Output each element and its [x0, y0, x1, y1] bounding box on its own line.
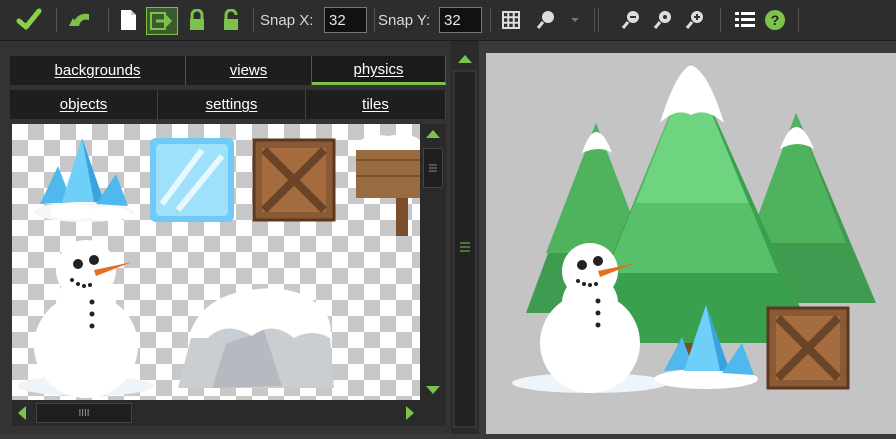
grid-icon[interactable]	[498, 7, 524, 33]
shift-arrow-icon[interactable]	[146, 7, 178, 35]
lock-icon[interactable]	[184, 7, 210, 33]
separator	[798, 8, 799, 32]
zoom-reset-icon[interactable]	[650, 7, 676, 33]
tileset-view[interactable]	[12, 124, 420, 400]
horizontal-scroll-thumb[interactable]: IIII	[36, 403, 132, 423]
tab-views[interactable]: views	[186, 56, 312, 85]
toolbar: Snap X: 32 Snap Y: 32 ?	[0, 0, 896, 41]
tab-row-2: objects settings tiles	[10, 90, 446, 119]
separator	[56, 8, 57, 32]
tile-snowy-rock[interactable]	[178, 288, 334, 388]
scrollbar-corner	[420, 400, 446, 426]
svg-text:?: ?	[771, 12, 780, 28]
snap-y-label: Snap Y:	[378, 12, 431, 29]
zoom-in-icon[interactable]	[682, 7, 708, 33]
zoom-dropdown-icon[interactable]	[532, 7, 588, 33]
new-document-icon[interactable]	[115, 7, 141, 33]
list-icon[interactable]	[732, 7, 758, 33]
separator	[374, 8, 375, 32]
tile-wooden-sign[interactable]	[356, 134, 420, 236]
unlock-icon[interactable]	[218, 7, 244, 33]
tile-wooden-crate[interactable]	[252, 138, 336, 222]
tileset-vertical-scrollbar[interactable]	[420, 124, 446, 400]
snap-x-input[interactable]: 32	[324, 7, 367, 33]
snap-y-input[interactable]: 32	[439, 7, 482, 33]
snap-x-label: Snap X:	[260, 12, 314, 29]
vertical-scroll-thumb[interactable]	[423, 148, 443, 188]
tab-physics[interactable]: physics	[312, 56, 446, 85]
tab-row-1: backgrounds views physics	[10, 56, 446, 85]
tile-ice-block[interactable]	[150, 138, 234, 222]
separator	[490, 8, 491, 32]
tile-snowman[interactable]	[18, 240, 154, 398]
tab-settings[interactable]: settings	[158, 90, 306, 119]
undo-icon[interactable]	[64, 7, 98, 33]
panel-splitter[interactable]	[451, 41, 479, 434]
separator	[108, 8, 109, 32]
separator	[253, 8, 254, 32]
separator	[598, 8, 599, 32]
separator	[720, 8, 721, 32]
help-icon[interactable]: ?	[762, 7, 788, 33]
tab-backgrounds[interactable]: backgrounds	[10, 56, 186, 85]
tab-tiles[interactable]: tiles	[306, 90, 446, 119]
tab-objects[interactable]: objects	[10, 90, 158, 119]
separator	[594, 8, 595, 32]
tile-ice-crystal[interactable]	[34, 138, 134, 222]
confirm-check-icon[interactable]	[14, 7, 44, 33]
tileset-horizontal-scrollbar[interactable]: IIII	[12, 400, 420, 426]
room-object-wooden-crate[interactable]	[766, 306, 850, 390]
zoom-out-icon[interactable]	[618, 7, 644, 33]
room-canvas[interactable]	[486, 53, 896, 434]
